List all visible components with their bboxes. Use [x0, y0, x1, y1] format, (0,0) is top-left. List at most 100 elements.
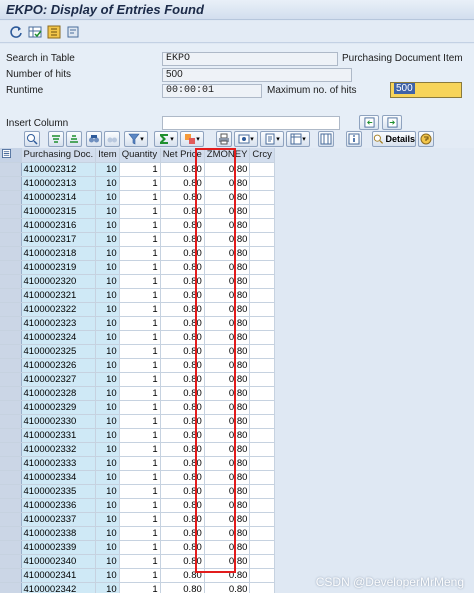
table-cell[interactable]: 10: [95, 372, 120, 387]
table-cell[interactable]: 10: [95, 302, 120, 317]
row-selector[interactable]: [0, 302, 22, 317]
table-cell[interactable]: 10: [95, 358, 120, 373]
column-header-purchasing-doc[interactable]: Purchasing Doc.: [21, 148, 97, 163]
table-cell[interactable]: 4100002342: [21, 582, 97, 593]
table-cell[interactable]: 1: [119, 190, 161, 205]
table-row[interactable]: 4100002333 10 1 0.80 0.80: [0, 456, 275, 471]
table-cell[interactable]: 10: [95, 232, 120, 247]
row-selector[interactable]: [0, 358, 22, 373]
table-row[interactable]: 4100002342 10 1 0.80 0.80: [0, 582, 275, 593]
table-cell[interactable]: 0.80: [160, 218, 205, 233]
table-cell[interactable]: 0.80: [160, 358, 205, 373]
table-cell[interactable]: 4100002325: [21, 344, 97, 359]
table-cell[interactable]: 0.80: [204, 484, 251, 499]
table-cell[interactable]: 0.80: [204, 526, 251, 541]
table-cell[interactable]: 4100002331: [21, 428, 97, 443]
table-cell[interactable]: 0.80: [204, 386, 251, 401]
table-cell[interactable]: 10: [95, 288, 120, 303]
table-cell[interactable]: 10: [95, 512, 120, 527]
table-cell[interactable]: [249, 442, 275, 457]
table-cell[interactable]: 0.80: [204, 190, 251, 205]
table-cell[interactable]: [249, 246, 275, 261]
table-cell[interactable]: 4100002317: [21, 232, 97, 247]
table-cell[interactable]: 4100002322: [21, 302, 97, 317]
table-cell[interactable]: 0.80: [160, 498, 205, 513]
table-cell[interactable]: 1: [119, 330, 161, 345]
table-cell[interactable]: 0.80: [204, 204, 251, 219]
table-cell[interactable]: 0.80: [204, 442, 251, 457]
column-header-quantity[interactable]: Quantity: [119, 148, 161, 163]
settings-icon[interactable]: [65, 24, 81, 40]
row-selector[interactable]: [0, 288, 22, 303]
table-cell[interactable]: 1: [119, 568, 161, 583]
table-cell[interactable]: [249, 470, 275, 485]
table-row[interactable]: 4100002332 10 1 0.80 0.80: [0, 442, 275, 457]
table-cell[interactable]: 4100002334: [21, 470, 97, 485]
table-cell[interactable]: 1: [119, 358, 161, 373]
table-row[interactable]: 4100002334 10 1 0.80 0.80: [0, 470, 275, 485]
table-cell[interactable]: 1: [119, 428, 161, 443]
table-cell[interactable]: 0.80: [160, 246, 205, 261]
table-cell[interactable]: 0.80: [160, 190, 205, 205]
table-cell[interactable]: 0.80: [204, 232, 251, 247]
table-cell[interactable]: [249, 428, 275, 443]
table-cell[interactable]: 1: [119, 442, 161, 457]
table-cell[interactable]: 0.80: [204, 358, 251, 373]
insert-after-button[interactable]: [382, 115, 402, 130]
table-cell[interactable]: [249, 232, 275, 247]
table-cell[interactable]: 0.80: [204, 330, 251, 345]
table-cell[interactable]: 0.80: [204, 288, 251, 303]
row-selector[interactable]: [0, 246, 22, 261]
table-cell[interactable]: 4100002321: [21, 288, 97, 303]
table-cell[interactable]: 0.80: [160, 302, 205, 317]
table-row[interactable]: 4100002329 10 1 0.80 0.80: [0, 400, 275, 415]
table-row[interactable]: 4100002319 10 1 0.80 0.80: [0, 260, 275, 275]
table-cell[interactable]: [249, 512, 275, 527]
refresh-icon[interactable]: [8, 24, 24, 40]
table-cell[interactable]: 0.80: [204, 512, 251, 527]
table-cell[interactable]: 4100002336: [21, 498, 97, 513]
table-cell[interactable]: [249, 162, 275, 177]
table-cell[interactable]: 0.80: [160, 330, 205, 345]
table-cell[interactable]: 1: [119, 414, 161, 429]
table-cell[interactable]: 0.80: [160, 162, 205, 177]
table-cell[interactable]: [249, 456, 275, 471]
table-cell[interactable]: [249, 288, 275, 303]
table-row[interactable]: 4100002316 10 1 0.80 0.80: [0, 218, 275, 233]
table-cell[interactable]: 1: [119, 582, 161, 593]
table-cell[interactable]: 0.80: [204, 428, 251, 443]
table-cell[interactable]: 0.80: [160, 386, 205, 401]
table-cell[interactable]: 10: [95, 456, 120, 471]
table-cell[interactable]: 0.80: [160, 540, 205, 555]
table-cell[interactable]: 0.80: [204, 218, 251, 233]
table-cell[interactable]: 0.80: [204, 582, 251, 593]
table-cell[interactable]: 0.80: [160, 442, 205, 457]
sort-descending-icon[interactable]: [66, 131, 82, 147]
table-cell[interactable]: 1: [119, 260, 161, 275]
table-cell[interactable]: [249, 540, 275, 555]
table-row[interactable]: 4100002331 10 1 0.80 0.80: [0, 428, 275, 443]
table-cell[interactable]: 0.80: [204, 274, 251, 289]
table-cell[interactable]: 1: [119, 484, 161, 499]
table-cell[interactable]: 0.80: [204, 568, 251, 583]
table-cell[interactable]: 4100002318: [21, 246, 97, 261]
table-cell[interactable]: 0.80: [204, 260, 251, 275]
table-cell[interactable]: 0.80: [204, 176, 251, 191]
table-cell[interactable]: 0.80: [160, 344, 205, 359]
row-selector[interactable]: [0, 442, 22, 457]
filter-icon[interactable]: ▾: [124, 131, 148, 147]
table-row[interactable]: 4100002314 10 1 0.80 0.80: [0, 190, 275, 205]
row-selector[interactable]: [0, 386, 22, 401]
row-selector[interactable]: [0, 400, 22, 415]
table-cell[interactable]: 10: [95, 260, 120, 275]
table-cell[interactable]: 10: [95, 218, 120, 233]
table-cell[interactable]: 1: [119, 232, 161, 247]
table-cell[interactable]: 4100002337: [21, 512, 97, 527]
table-cell[interactable]: 10: [95, 330, 120, 345]
row-selector[interactable]: [0, 274, 22, 289]
table-cell[interactable]: [249, 204, 275, 219]
table-cell[interactable]: 0.80: [160, 414, 205, 429]
table-cell[interactable]: 4100002324: [21, 330, 97, 345]
table-cell[interactable]: [249, 358, 275, 373]
table-cell[interactable]: 0.80: [160, 176, 205, 191]
